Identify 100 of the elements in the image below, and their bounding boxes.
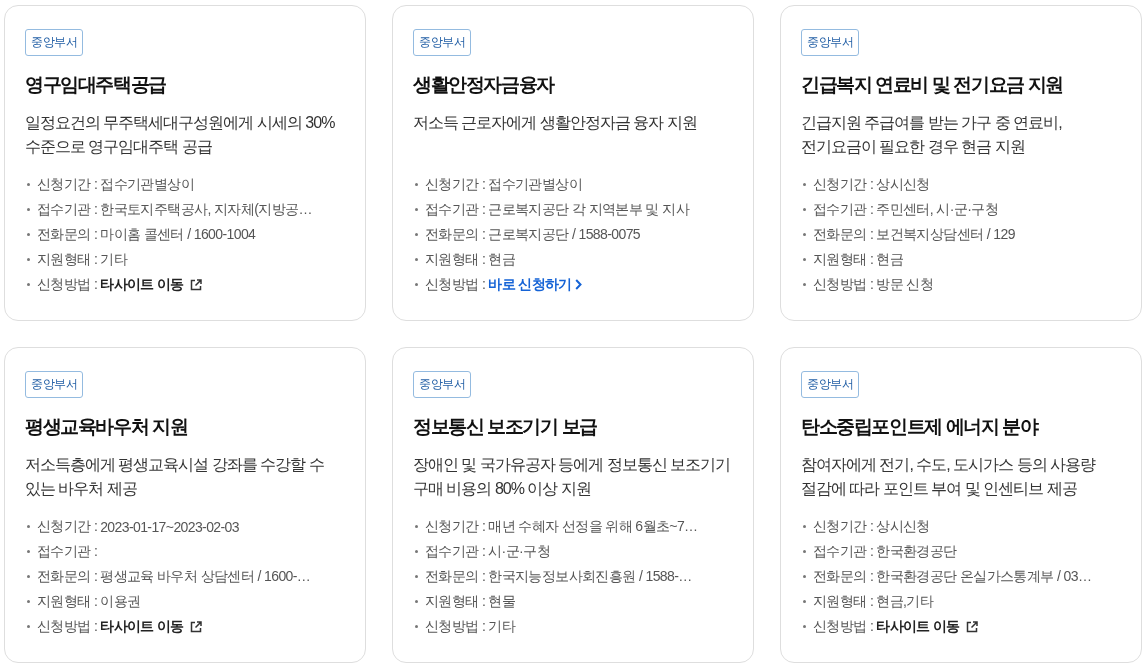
info-label: 지원형태 : (425, 250, 486, 269)
info-label: 지원형태 : (37, 592, 98, 611)
category-tag: 중앙부서 (801, 371, 859, 398)
program-description: 참여자에게 전기, 수도, 도시가스 등의 사용량 절감에 따라 포인트 부여 및 인센티브 제공 (801, 455, 1097, 499)
bullet-icon (803, 208, 806, 211)
external-link-icon (189, 620, 202, 633)
info-label: 전화문의 : (425, 225, 486, 244)
info-value: 한국환경공단 (876, 542, 957, 561)
info-label: 신청방법 : (425, 275, 486, 294)
info-value: 평생교육 바우처 상담센터 / 1600-… (100, 567, 311, 586)
info-value: 근로복지공단 각 지역본부 및 지사 (488, 200, 689, 219)
bullet-icon (803, 183, 806, 186)
apply-link[interactable]: 바로 신청하기 (488, 275, 582, 294)
bullet-icon (803, 600, 806, 603)
program-description: 일정요건의 무주택세대구성원에게 시세의 30% 수준으로 영구임대주택 공급 (25, 113, 336, 157)
bullet-icon (803, 258, 806, 261)
category-tag: 중앙부서 (25, 371, 83, 398)
bullet-icon (27, 525, 30, 528)
bullet-icon (803, 283, 806, 286)
bullet-icon (27, 258, 30, 261)
bullet-icon (803, 575, 806, 578)
info-value: 현금,기타 (876, 592, 934, 611)
info-value: 접수기관별상이 (100, 175, 194, 194)
info-value: 현물 (488, 592, 515, 611)
info-value: 근로복지공단 / 1588-0075 (488, 225, 640, 244)
program-title: 생활안정자금융자 (413, 73, 556, 97)
info-label: 접수기관 : (425, 200, 486, 219)
info-label: 전화문의 : (37, 567, 98, 586)
info-value: 시·군·구청 (488, 542, 550, 561)
info-value: 상시신청 (876, 175, 930, 194)
info-label: 전화문의 : (425, 567, 486, 586)
bullet-icon (415, 575, 418, 578)
info-label: 신청방법 : (37, 275, 98, 294)
program-title: 탄소중립포인트제 에너지 분야 (801, 415, 1040, 439)
bullet-icon (415, 258, 418, 261)
bullet-icon (415, 233, 418, 236)
info-value: 상시신청 (876, 517, 930, 536)
info-label: 지원형태 : (37, 250, 98, 269)
info-value: 기타 (488, 617, 515, 636)
info-label: 신청기간 : (425, 517, 486, 536)
info-value: 접수기관별상이 (488, 175, 582, 194)
info-label: 지원형태 : (425, 592, 486, 611)
info-value: 기타 (100, 250, 127, 269)
info-value: 2023-01-17~2023-02-03 (100, 518, 239, 535)
external-site-link[interactable]: 타사이트 이동 (876, 617, 978, 636)
bullet-icon (415, 525, 418, 528)
program-description: 저소득 근로자에게 생활안정자금 융자 지원 (413, 113, 698, 133)
info-value: 현금 (488, 250, 515, 269)
bullet-icon (415, 183, 418, 186)
info-label: 접수기관 : (37, 200, 98, 219)
bullet-icon (27, 283, 30, 286)
info-value: 한국지능정보사회진흥원 / 1588-… (488, 567, 692, 586)
category-tag: 중앙부서 (413, 371, 471, 398)
bullet-icon (415, 283, 418, 286)
bullet-icon (415, 600, 418, 603)
bullet-icon (27, 575, 30, 578)
info-label: 신청방법 : (425, 617, 486, 636)
info-value: 이용권 (100, 592, 141, 611)
info-value: 마이홈 콜센터 / 1600-1004 (100, 225, 256, 244)
category-tag: 중앙부서 (413, 29, 471, 56)
external-link-icon (189, 278, 202, 291)
program-description: 장애인 및 국가유공자 등에게 정보통신 보조기기 구매 비용의 80% 이상 지원 (413, 455, 732, 499)
info-value: 한국토지주택공사, 지자체(지방공… (100, 200, 312, 219)
bullet-icon (415, 550, 418, 553)
bullet-icon (803, 525, 806, 528)
info-value: 주민센터, 시·군·구청 (876, 200, 999, 219)
program-title: 긴급복지 연료비 및 전기요금 지원 (801, 73, 1064, 97)
info-label: 신청기간 : (37, 517, 98, 536)
external-site-link[interactable]: 타사이트 이동 (100, 617, 202, 636)
bullet-icon (27, 550, 30, 553)
bullet-icon (27, 233, 30, 236)
bullet-icon (27, 600, 30, 603)
bullet-icon (803, 233, 806, 236)
info-label: 접수기관 : (813, 542, 874, 561)
chevron-right-icon (574, 279, 582, 290)
info-value: 보건복지상담센터 / 129 (876, 225, 1015, 244)
program-description: 긴급지원 주급여를 받는 가구 중 연료비, 전기요금이 필요한 경우 현금 지원 (801, 113, 1063, 157)
bullet-icon (415, 625, 418, 628)
info-value: 한국환경공단 온실가스통계부 / 03… (876, 567, 1092, 586)
info-label: 전화문의 : (37, 225, 98, 244)
info-label: 신청방법 : (813, 617, 874, 636)
info-label: 지원형태 : (813, 592, 874, 611)
program-title: 영구임대주택공급 (25, 73, 167, 97)
info-label: 신청기간 : (37, 175, 98, 194)
bullet-icon (803, 550, 806, 553)
info-label: 신청기간 : (425, 175, 486, 194)
bullet-icon (27, 625, 30, 628)
info-label: 신청기간 : (813, 175, 874, 194)
info-label: 전화문의 : (813, 567, 874, 586)
info-label: 접수기관 : (425, 542, 486, 561)
bullet-icon (415, 208, 418, 211)
external-link-icon (965, 620, 978, 633)
external-site-link[interactable]: 타사이트 이동 (100, 275, 202, 294)
info-label: 신청기간 : (813, 517, 874, 536)
category-tag: 중앙부서 (801, 29, 859, 56)
bullet-icon (803, 625, 806, 628)
bullet-icon (27, 183, 30, 186)
category-tag: 중앙부서 (25, 29, 83, 56)
info-value: 매년 수혜자 선정을 위해 6월초~7… (488, 517, 698, 536)
info-label: 신청방법 : (813, 275, 874, 294)
